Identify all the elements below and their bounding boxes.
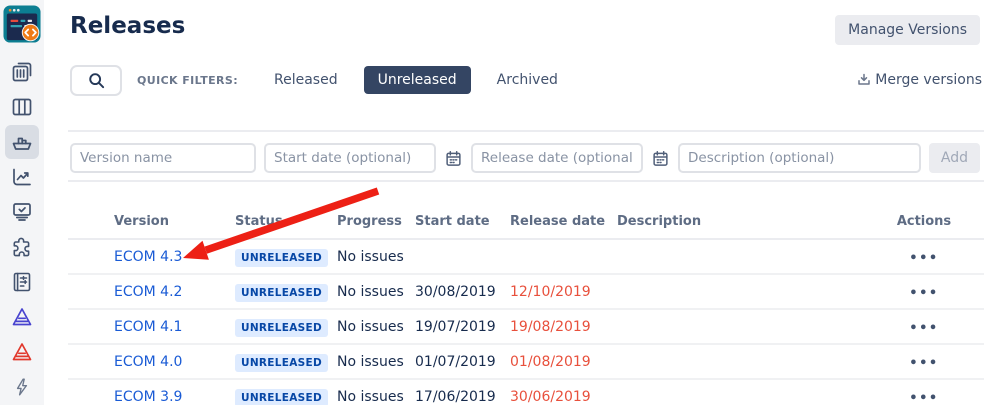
deployments-screen-icon xyxy=(10,200,34,224)
reports-chart-icon xyxy=(10,165,34,189)
table-row: ECOM 4.3 UNRELEASED No issues ••• xyxy=(68,240,984,275)
column-header-release-date: Release date xyxy=(510,214,617,229)
sidebar-item-pages[interactable] xyxy=(5,265,39,299)
progress-cell: No issues xyxy=(337,389,415,405)
page-title: Releases xyxy=(70,13,185,39)
table-row: ECOM 4.0 UNRELEASED No issues 01/07/2019… xyxy=(68,345,984,380)
quick-filters-label: QUICK FILTERS: xyxy=(137,74,238,87)
triangle-red-app-icon xyxy=(10,340,34,364)
board-columns-icon xyxy=(10,95,34,119)
quick-filters-bar: QUICK FILTERS: Released Unreleased Archi… xyxy=(70,64,982,96)
table-row: ECOM 4.2 UNRELEASED No issues 30/08/2019… xyxy=(68,275,984,310)
sidebar-item-reports[interactable] xyxy=(5,160,39,194)
column-header-status: Status xyxy=(235,214,337,229)
add-version-button[interactable]: Add xyxy=(929,143,980,173)
row-actions-menu-button[interactable]: ••• xyxy=(909,391,938,405)
releases-ship-icon xyxy=(10,130,34,154)
calendar-icon xyxy=(652,150,669,167)
merge-versions-link[interactable]: Merge versions xyxy=(856,72,982,88)
filter-archived[interactable]: Archived xyxy=(485,66,570,94)
table-header-row: Version Status Progress Start date Relea… xyxy=(68,204,984,240)
status-badge: UNRELEASED xyxy=(235,389,328,405)
version-link[interactable]: ECOM 4.3 xyxy=(114,249,235,265)
progress-cell: No issues xyxy=(337,249,415,265)
filter-released[interactable]: Released xyxy=(262,66,350,94)
pages-form-icon xyxy=(10,270,34,294)
version-link[interactable]: ECOM 3.9 xyxy=(114,389,235,405)
divider xyxy=(68,180,984,182)
version-link[interactable]: ECOM 4.2 xyxy=(114,284,235,300)
version-link[interactable]: ECOM 4.1 xyxy=(114,319,235,335)
progress-cell: No issues xyxy=(337,284,415,300)
column-header-actions: Actions xyxy=(864,214,984,229)
release-date-cell: 19/08/2019 xyxy=(510,319,617,335)
sidebar-item-boards-stack[interactable] xyxy=(5,55,39,89)
release-date-cell: 30/06/2019 xyxy=(510,389,617,405)
triangle-blue-app-icon xyxy=(10,305,34,329)
release-date-cell: 01/08/2019 xyxy=(510,354,617,370)
status-badge: UNRELEASED xyxy=(235,284,328,302)
start-date-cell: 30/08/2019 xyxy=(415,284,510,300)
row-actions-menu-button[interactable]: ••• xyxy=(909,251,938,266)
sidebar-item-addons[interactable] xyxy=(5,230,39,264)
start-date-cell: 01/07/2019 xyxy=(415,354,510,370)
start-date-calendar-button[interactable] xyxy=(444,150,463,167)
add-version-form: Add xyxy=(70,143,980,173)
row-actions-menu-button[interactable]: ••• xyxy=(909,286,938,301)
manage-versions-button[interactable]: Manage Versions xyxy=(835,15,980,45)
version-link[interactable]: ECOM 4.0 xyxy=(114,354,235,370)
start-date-cell: 19/07/2019 xyxy=(415,319,510,335)
divider xyxy=(68,130,984,132)
filter-unreleased[interactable]: Unreleased xyxy=(364,66,471,94)
sidebar-item-releases[interactable] xyxy=(5,125,39,159)
sidebar-item-triangle-red[interactable] xyxy=(5,335,39,369)
merge-versions-label: Merge versions xyxy=(875,72,982,88)
description-input[interactable] xyxy=(678,143,921,173)
app-logo-icon xyxy=(3,5,41,43)
main-content: Releases Manage Versions QUICK FILTERS: … xyxy=(44,0,994,405)
version-name-input[interactable] xyxy=(70,143,256,173)
row-actions-menu-button[interactable]: ••• xyxy=(909,356,938,371)
sidebar-item-triangle-blue[interactable] xyxy=(5,300,39,334)
merge-versions-icon xyxy=(856,72,872,88)
start-date-input[interactable] xyxy=(264,143,436,173)
boards-stack-icon xyxy=(10,60,34,84)
progress-cell: No issues xyxy=(337,354,415,370)
column-header-version: Version xyxy=(114,214,235,229)
column-header-description: Description xyxy=(617,214,864,229)
release-date-calendar-button[interactable] xyxy=(651,150,670,167)
calendar-icon xyxy=(445,150,462,167)
table-row: ECOM 4.1 UNRELEASED No issues 19/07/2019… xyxy=(68,310,984,345)
progress-cell: No issues xyxy=(337,319,415,335)
release-date-cell: 12/10/2019 xyxy=(510,284,617,300)
search-button[interactable] xyxy=(70,65,122,96)
sidebar xyxy=(0,0,44,405)
column-header-start-date: Start date xyxy=(415,214,510,229)
column-header-progress: Progress xyxy=(337,214,415,229)
row-actions-menu-button[interactable]: ••• xyxy=(909,321,938,336)
app-logo[interactable] xyxy=(3,5,41,43)
start-date-cell: 17/06/2019 xyxy=(415,389,510,405)
automation-lightning-icon xyxy=(11,376,33,398)
versions-table: Version Status Progress Start date Relea… xyxy=(68,204,984,405)
sidebar-item-deployments[interactable] xyxy=(5,195,39,229)
release-date-input[interactable] xyxy=(471,143,643,173)
status-badge: UNRELEASED xyxy=(235,354,328,372)
sidebar-item-automation[interactable] xyxy=(5,370,39,404)
status-badge: UNRELEASED xyxy=(235,249,328,267)
addons-puzzle-icon xyxy=(10,235,34,259)
status-badge: UNRELEASED xyxy=(235,319,328,337)
search-icon xyxy=(87,71,106,90)
table-row: ECOM 3.9 UNRELEASED No issues 17/06/2019… xyxy=(68,380,984,405)
sidebar-item-board[interactable] xyxy=(5,90,39,124)
